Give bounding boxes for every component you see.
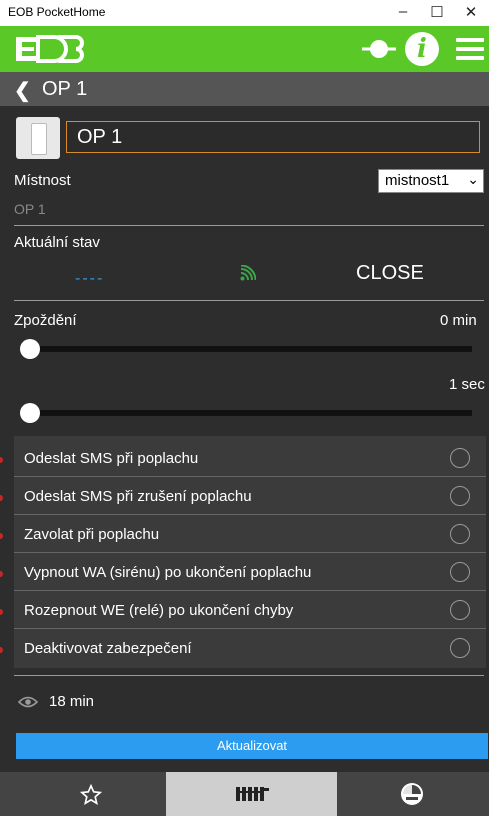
- menu-icon[interactable]: [456, 38, 484, 65]
- close-window-button[interactable]: ✕: [461, 3, 481, 21]
- divider: [14, 675, 484, 676]
- bottom-nav: [0, 772, 489, 816]
- room-select-value: mistnost1: [385, 172, 450, 189]
- room-label: Místnost: [14, 172, 71, 189]
- delay-sec-value: 1 sec: [449, 376, 485, 393]
- delay-min-slider-knob[interactable]: [20, 339, 40, 359]
- last-seen-value: 18 min: [49, 693, 95, 710]
- delay-label: Zpoždění: [14, 312, 77, 329]
- marker-dot: [0, 495, 3, 501]
- delay-sec-slider-knob[interactable]: [20, 403, 40, 423]
- eye-icon: [17, 695, 39, 714]
- divider: [14, 225, 484, 226]
- star-icon: [80, 784, 102, 805]
- marker-dot: [0, 647, 3, 653]
- back-icon[interactable]: ❮: [14, 78, 31, 103]
- window-title: EOB PocketHome: [8, 5, 106, 19]
- delay-min-value: 0 min: [440, 312, 477, 329]
- marker-dot: [0, 571, 3, 577]
- alarm-option-label: Vypnout WA (sirénu) po ukončení poplachu: [24, 564, 312, 581]
- info-icon[interactable]: i: [405, 32, 439, 66]
- radio-button[interactable]: [450, 448, 470, 468]
- eob-logo: [14, 34, 88, 69]
- status-value: ----: [75, 270, 105, 287]
- overview-tab[interactable]: [338, 772, 489, 816]
- divider: [14, 300, 484, 301]
- status-label: Aktuální stav: [14, 234, 100, 251]
- alarm-option[interactable]: Rozepnout WE (relé) po ukončení chyby: [14, 590, 486, 629]
- door-state: CLOSE: [356, 262, 424, 284]
- alarm-option-label: Zavolat při poplachu: [24, 526, 160, 543]
- page-title: OP 1: [42, 78, 88, 100]
- alarm-option[interactable]: Odeslat SMS při poplachu: [14, 438, 486, 477]
- radio-button[interactable]: [450, 486, 470, 506]
- delay-sec-slider[interactable]: [28, 410, 472, 416]
- alarm-options-list: Odeslat SMS při poplachu Odeslat SMS při…: [14, 436, 486, 668]
- favorites-tab[interactable]: [0, 772, 165, 816]
- plug-icon[interactable]: [362, 38, 396, 65]
- marker-dot: [0, 533, 3, 539]
- room-select[interactable]: mistnost1 ⌄: [378, 169, 484, 193]
- radiator-icon: [236, 787, 269, 801]
- devices-tab[interactable]: [166, 772, 337, 816]
- room-value: OP 1: [14, 201, 46, 217]
- radio-button[interactable]: [450, 638, 470, 658]
- alarm-option[interactable]: Zavolat při poplachu: [14, 514, 486, 553]
- window-titlebar: EOB PocketHome – ☐ ✕: [0, 0, 489, 26]
- radio-button[interactable]: [450, 524, 470, 544]
- chevron-down-icon: ⌄: [467, 171, 479, 187]
- maximize-button[interactable]: ☐: [427, 3, 447, 21]
- app-header: i: [0, 26, 489, 72]
- marker-dot: [0, 457, 3, 463]
- alarm-option-label: Rozepnout WE (relé) po ukončení chyby: [24, 602, 294, 619]
- delay-min-slider[interactable]: [28, 346, 472, 352]
- radio-button[interactable]: [450, 600, 470, 620]
- sub-header: ❮ OP 1: [0, 72, 489, 106]
- radio-button[interactable]: [450, 562, 470, 582]
- alarm-option[interactable]: Deaktivovat zabezpečení: [14, 628, 486, 666]
- gauge-icon: [401, 783, 423, 805]
- device-image[interactable]: [16, 117, 60, 159]
- device-name-input[interactable]: [66, 121, 480, 153]
- alarm-option-label: Deaktivovat zabezpečení: [24, 640, 192, 657]
- alarm-option-label: Odeslat SMS při zrušení poplachu: [24, 488, 252, 505]
- alarm-option[interactable]: Vypnout WA (sirénu) po ukončení poplachu: [14, 552, 486, 591]
- marker-dot: [0, 609, 3, 615]
- alarm-option-label: Odeslat SMS při poplachu: [24, 450, 199, 467]
- update-button[interactable]: Aktualizovat: [16, 733, 488, 759]
- alarm-option[interactable]: Odeslat SMS při zrušení poplachu: [14, 476, 486, 515]
- minimize-button[interactable]: –: [393, 3, 413, 20]
- signal-icon: [240, 264, 257, 286]
